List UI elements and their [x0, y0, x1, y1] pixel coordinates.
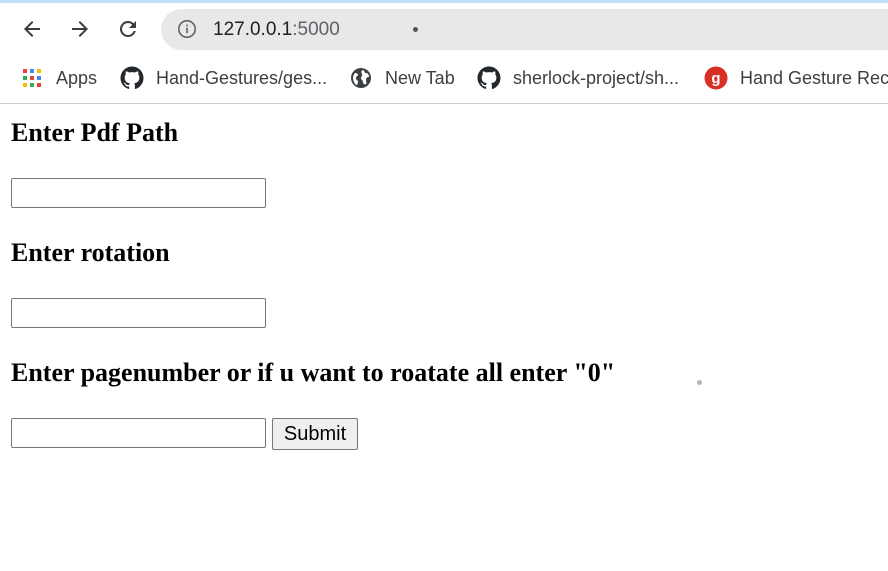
info-circle-icon[interactable] — [177, 19, 197, 39]
pdf-path-input[interactable] — [11, 178, 266, 208]
forward-button[interactable] — [64, 13, 96, 45]
page-number-heading: Enter pagenumber or if u want to roatate… — [11, 358, 616, 387]
rotation-input[interactable] — [11, 298, 266, 328]
bookmark-label: Hand-Gestures/ges... — [156, 67, 328, 88]
page-content: Enter Pdf Path Enter rotation Enter page… — [0, 104, 888, 571]
svg-text:g: g — [711, 70, 720, 87]
bookmark-new-tab[interactable]: New Tab — [349, 65, 455, 91]
url-text[interactable]: 127.0.0.1:5000 — [213, 19, 340, 41]
url-host: 127.0.0.1 — [213, 19, 293, 40]
cursor-dot — [413, 27, 418, 32]
g-red-icon: g — [704, 66, 728, 90]
globe-icon — [351, 68, 371, 88]
stray-dot — [697, 380, 702, 385]
bookmark-label: New Tab — [385, 67, 455, 88]
pdf-path-heading: Enter Pdf Path — [11, 118, 179, 147]
bookmark-hand-gesture-reco[interactable]: g Hand Gesture Reco — [704, 65, 888, 91]
submit-button[interactable]: Submit — [272, 418, 358, 450]
back-button[interactable] — [16, 13, 48, 45]
bookmark-label: sherlock-project/sh... — [513, 67, 680, 88]
bookmarks-bar: Apps Hand-Gestures/ges... New Tab sherlo… — [0, 56, 888, 104]
reload-icon — [119, 20, 136, 37]
github-icon — [477, 66, 501, 90]
bookmark-label: Hand Gesture Reco — [740, 67, 888, 88]
reload-button[interactable] — [112, 13, 144, 45]
rotation-heading: Enter rotation — [11, 238, 170, 267]
arrow-right-icon — [72, 21, 88, 37]
browser-toolbar: 127.0.0.1:5000 — [0, 3, 888, 56]
address-bar[interactable]: 127.0.0.1:5000 — [161, 9, 888, 50]
arrow-left-icon — [24, 21, 40, 37]
apps-grid-icon — [23, 69, 41, 87]
url-port: :5000 — [292, 19, 340, 40]
bookmark-sherlock-project[interactable]: sherlock-project/sh... — [477, 65, 679, 91]
github-icon — [120, 66, 144, 90]
page-number-input[interactable] — [11, 418, 266, 448]
bookmark-hand-gestures[interactable]: Hand-Gestures/ges... — [120, 65, 327, 91]
bookmark-apps[interactable]: Apps — [20, 65, 97, 91]
bookmark-label: Apps — [56, 67, 98, 88]
